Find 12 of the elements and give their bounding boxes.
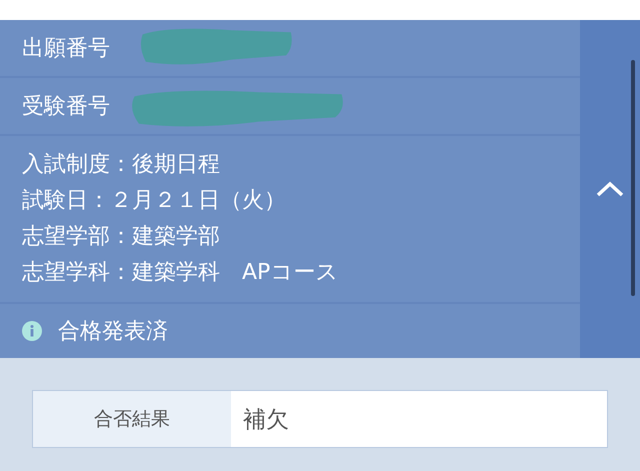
detail-text: 志望学科：建築学科 APコース bbox=[22, 259, 338, 287]
detail-text: 入試制度：後期日程 bbox=[22, 151, 220, 179]
field-label: 出願番号 bbox=[22, 35, 110, 63]
chevron-icon bbox=[596, 181, 624, 197]
status-text: 合格発表済 bbox=[58, 318, 168, 346]
table-cell-text: 補欠 bbox=[242, 406, 290, 434]
info-icon bbox=[22, 321, 42, 341]
table-cell: 合否結果 bbox=[33, 391, 231, 447]
scrollbar[interactable] bbox=[631, 60, 635, 296]
detail-text: 試験日：２月２１日（火） bbox=[22, 187, 286, 215]
field-label: 受験番号 bbox=[22, 93, 110, 121]
detail-text: 志望学部：建築学部 bbox=[22, 223, 220, 251]
